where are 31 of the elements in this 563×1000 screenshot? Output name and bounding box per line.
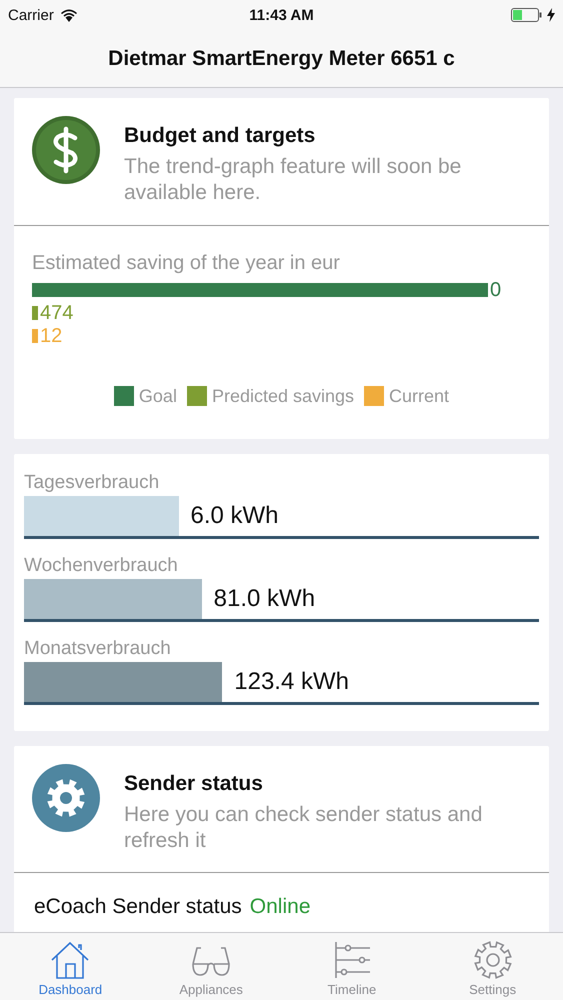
wifi-icon xyxy=(60,8,78,22)
nav-title: Dietmar SmartEnergy Meter 6651 c xyxy=(108,46,455,70)
tab-item[interactable]: Dashboard xyxy=(0,933,141,1000)
status-label: eCoach Sender status xyxy=(34,895,242,919)
card-subtitle: The trend-graph feature will soon be available here. xyxy=(124,154,462,206)
usage-value: 123.4 kWh xyxy=(234,668,349,696)
legend-label: Predicted savings xyxy=(212,386,354,406)
bar-value: 474 xyxy=(40,303,74,323)
tab-item[interactable]: Settings xyxy=(422,933,563,1000)
charging-icon xyxy=(547,8,555,22)
usage-label: Wochenverbrauch xyxy=(24,554,179,576)
card-subtitle: Here you can check sender status and refresh it xyxy=(124,802,484,854)
bar-value: 12 xyxy=(40,326,62,346)
usage-label: Monatsverbrauch xyxy=(24,638,172,660)
gear-icon xyxy=(32,764,100,832)
battery-icon xyxy=(511,8,543,22)
usage-label: Tagesverbrauch xyxy=(24,472,160,494)
carrier-name: Carrier xyxy=(8,6,54,24)
tab-item[interactable]: Appliances xyxy=(140,933,282,1000)
status-time: 11:43 AM xyxy=(249,6,314,24)
chart-title: Estimated saving of the year in eur xyxy=(32,252,341,274)
legend-label: Current xyxy=(389,386,450,406)
legend-label: Goal xyxy=(138,386,177,406)
bar-value: 0 xyxy=(490,280,502,300)
card-title: Budget and targets xyxy=(124,124,316,148)
usage-value: 6.0 kWh xyxy=(190,502,279,530)
dollar-icon xyxy=(32,116,100,184)
card-title: Sender status xyxy=(124,772,264,796)
status-value: Online xyxy=(250,895,310,919)
usage-value: 81.0 kWh xyxy=(214,584,316,612)
tab-item[interactable]: Timeline xyxy=(282,933,422,1000)
